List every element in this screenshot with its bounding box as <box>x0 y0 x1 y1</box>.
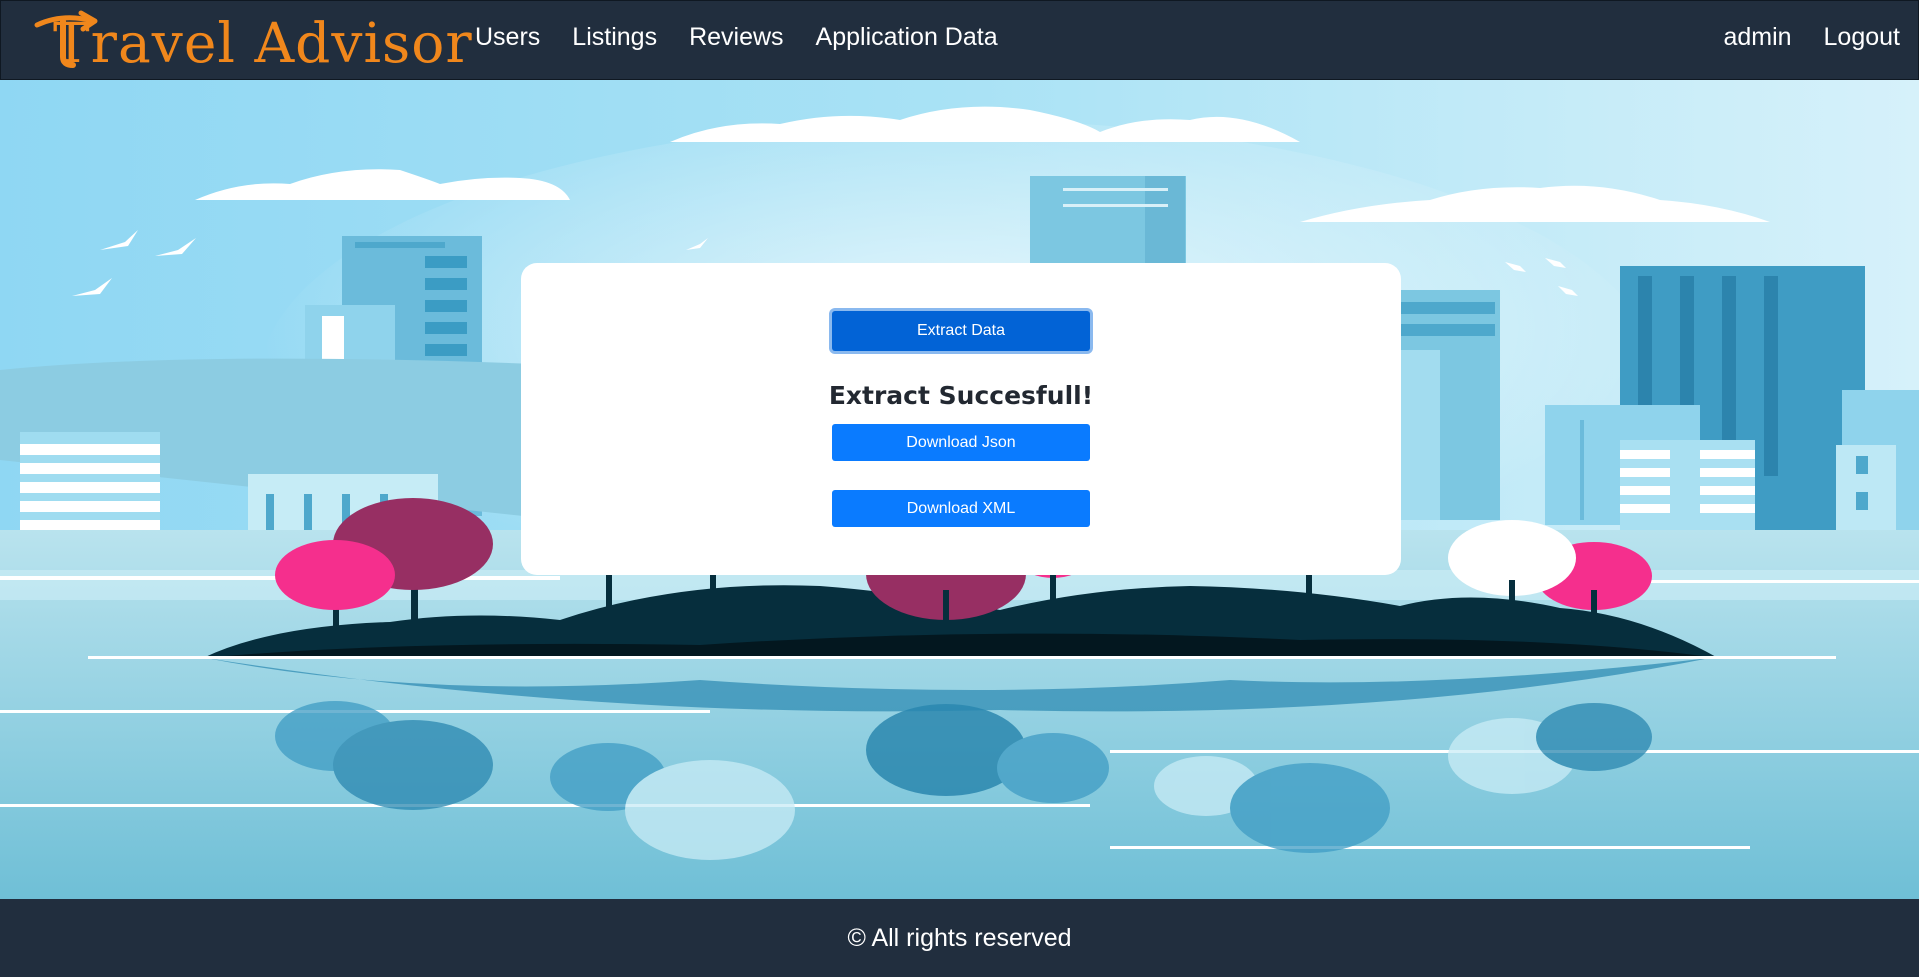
brand-logo[interactable]: Travel Advisor <box>33 7 472 75</box>
footer-copyright: © All rights reserved <box>847 923 1072 952</box>
hero-background: Extract Data Extract Succesfull! Downloa… <box>0 80 1919 899</box>
navbar: Travel Advisor Users Listings Reviews Ap… <box>0 0 1919 80</box>
extract-card: Extract Data Extract Succesfull! Downloa… <box>521 263 1401 575</box>
download-xml-button[interactable]: Download XML <box>832 490 1090 527</box>
nav-reviews[interactable]: Reviews <box>689 23 783 52</box>
nav-username[interactable]: admin <box>1723 23 1791 52</box>
nav-listings[interactable]: Listings <box>572 23 657 52</box>
nav-application-data[interactable]: Application Data <box>816 23 998 52</box>
extract-data-button[interactable]: Extract Data <box>832 311 1090 351</box>
extract-success-message: Extract Succesfull! <box>828 381 1094 410</box>
brand-name: Travel Advisor <box>53 11 473 75</box>
nav-user-area: admin Logout <box>1691 23 1900 52</box>
footer: © All rights reserved <box>0 899 1919 977</box>
download-json-button[interactable]: Download Json <box>832 424 1090 461</box>
logout-link[interactable]: Logout <box>1824 23 1900 52</box>
nav-links: Users Listings Reviews Application Data <box>475 23 1030 52</box>
nav-users[interactable]: Users <box>475 23 540 52</box>
